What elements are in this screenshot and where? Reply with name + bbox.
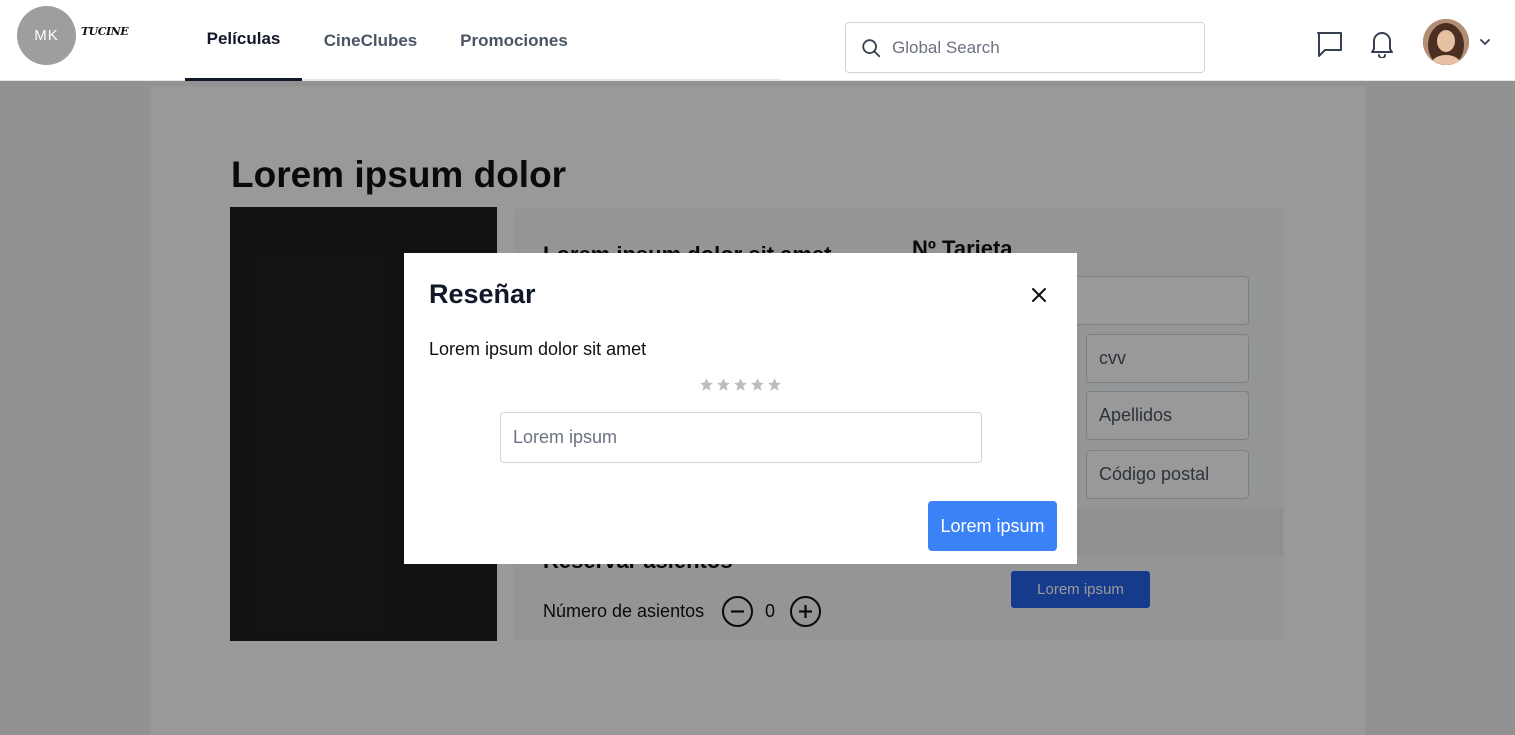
search-icon — [862, 38, 881, 57]
close-icon[interactable] — [1029, 285, 1049, 305]
logo-initials: MK — [34, 27, 59, 44]
modal-title: Reseñar — [429, 279, 536, 309]
star-icon[interactable] — [733, 377, 748, 392]
star-rating[interactable] — [699, 377, 782, 392]
modal-text: Lorem ipsum dolor sit amet — [429, 339, 647, 359]
user-avatar[interactable] — [1423, 19, 1469, 65]
chat-icon[interactable] — [1316, 30, 1343, 58]
star-icon[interactable] — [767, 377, 782, 392]
star-icon[interactable] — [750, 377, 765, 392]
bell-icon[interactable] — [1369, 30, 1395, 58]
review-input[interactable] — [500, 412, 982, 463]
tab-cineclubes[interactable]: CineClubes — [302, 0, 439, 81]
tab-peliculas[interactable]: Películas — [185, 0, 302, 81]
logo-avatar[interactable]: MK — [17, 6, 76, 65]
global-search[interactable] — [845, 22, 1205, 73]
star-icon[interactable] — [716, 377, 731, 392]
logo-text: TUCINE — [81, 25, 129, 38]
chevron-down-icon[interactable] — [1479, 38, 1491, 46]
main-nav: Películas CineClubes Promociones — [185, 0, 781, 81]
tab-promociones[interactable]: Promociones — [439, 0, 589, 81]
star-icon[interactable] — [699, 377, 714, 392]
top-header: MK TUCINE Películas CineClubes Promocion… — [0, 0, 1515, 81]
search-input[interactable] — [892, 37, 1182, 58]
review-modal: Reseñar Lorem ipsum dolor sit amet Lorem… — [404, 253, 1077, 564]
submit-review-button[interactable]: Lorem ipsum — [928, 501, 1057, 551]
